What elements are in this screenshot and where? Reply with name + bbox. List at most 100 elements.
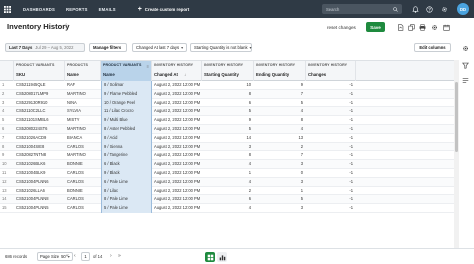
vertical-scrollbar[interactable] xyxy=(454,60,459,248)
variant-name-cell: 8 / Tangerine xyxy=(101,151,152,161)
data-table: PRODUCT VARIANTS SKU PRODUCTS Name PRODU… xyxy=(0,60,454,248)
settings-gear-icon[interactable] xyxy=(461,44,470,53)
settings-icon[interactable] xyxy=(439,4,449,14)
sort-desc-icon[interactable]: ↓ xyxy=(184,72,186,77)
row-index-cell: 11 xyxy=(2,169,7,175)
changes-cell: -1 xyxy=(349,90,353,96)
copy-icon[interactable] xyxy=(407,23,416,32)
next-page-icon[interactable]: › xyxy=(110,253,112,259)
save-button[interactable]: Save xyxy=(366,22,385,32)
variant-name-cell: 6 / Pale Lime xyxy=(101,177,152,187)
current-page-input[interactable]: 1 xyxy=(81,252,90,261)
header-sku[interactable]: PRODUCT VARIANTS SKU xyxy=(14,61,65,81)
filter-changed-at[interactable]: Changed At last 7 days ▾ xyxy=(132,43,187,52)
header-group: PRODUCTS xyxy=(67,63,88,67)
app-grid-icon[interactable] xyxy=(0,0,14,18)
nav-dashboards[interactable]: DASHBOARDS xyxy=(23,7,55,12)
last-page-icon[interactable]: » xyxy=(118,253,121,259)
changes-cell: -1 xyxy=(349,205,353,211)
table-row[interactable]: 6 CS52080224ST6 MARTINO 8 / Aster Pebbled Au… xyxy=(0,124,454,134)
product-name-cell: CARLOS xyxy=(67,205,84,211)
table-row[interactable]: 2 CS5208017LMP9 MARTINO 9 / Flame Pebbled Au… xyxy=(0,89,454,99)
nav-reports[interactable]: REPORTS xyxy=(66,7,88,12)
reset-changes-link[interactable]: reset changes xyxy=(327,25,356,30)
changed-at-cell: August 2, 2022 12:00 PM xyxy=(154,178,201,184)
table-row[interactable]: 1 CS5211945QLE RAF 8 / Solimar August 2, 202… xyxy=(0,81,454,90)
changes-cell: -1 xyxy=(349,187,353,193)
header-product-name[interactable]: PRODUCTS Name xyxy=(65,61,101,81)
table-row[interactable]: 14 CS521004PLNN8 CARLOS 8 / Pale Lime August… xyxy=(0,195,454,205)
header-ending-quantity[interactable]: INVENTORY HISTORY Ending Quantity xyxy=(254,61,306,81)
ending-quantity-cell: 7 xyxy=(300,90,303,96)
manage-filters-button[interactable]: Manage filters xyxy=(89,43,127,52)
starting-quantity-cell: 4 xyxy=(248,178,251,184)
star-icon[interactable]: ☆ xyxy=(63,22,69,30)
header-starting-quantity[interactable]: INVENTORY HISTORY Starting Quantity xyxy=(202,61,254,81)
edit-columns-button[interactable]: Edit columns xyxy=(414,43,451,52)
changed-at-cell: August 2, 2022 12:00 PM xyxy=(154,161,201,167)
table-view-button[interactable] xyxy=(205,252,215,262)
first-page-icon[interactable]: « xyxy=(66,253,69,259)
product-name-cell: SYLVIA xyxy=(67,108,82,114)
table-row[interactable]: 5 CS521101SMBL6 MISTY 9 / Multi Blue August … xyxy=(0,116,454,125)
product-name-cell: BONNIE xyxy=(67,187,83,193)
plus-icon: + xyxy=(137,5,142,13)
sku-cell: CS521004PLNN5 xyxy=(16,205,49,211)
page-title: Inventory History xyxy=(7,22,70,31)
avatar[interactable]: DD xyxy=(457,3,469,15)
date-range-filter[interactable]: Last 7 Days Jul 29 – Aug 5, 2022 xyxy=(5,43,85,52)
export-icon[interactable] xyxy=(396,23,405,32)
table-row[interactable]: 12 CS521004PLNN6 CARLOS 6 / Pale Lime August… xyxy=(0,177,454,187)
calendar-icon[interactable] xyxy=(442,23,451,32)
ending-quantity-cell: 3 xyxy=(300,205,303,211)
header-variant-name[interactable]: PRODUCT VARIANTS Name ≡ xyxy=(101,61,152,81)
gear-icon[interactable] xyxy=(430,23,439,32)
filter-starting-quantity[interactable]: Starting Quantity is not blank ▾ xyxy=(190,43,252,52)
help-icon[interactable] xyxy=(424,4,434,14)
sku-cell: CS521026BLK6 xyxy=(16,161,46,167)
changes-cell: -1 xyxy=(349,82,353,87)
changes-cell: -1 xyxy=(349,143,353,149)
product-name-cell: NINA xyxy=(67,99,77,105)
variant-name-cell: 8 / Lilac xyxy=(101,186,152,196)
nav-emails[interactable]: EMAILS xyxy=(99,7,116,12)
bell-icon[interactable] xyxy=(410,4,420,14)
table-row[interactable]: 4 CS52110C2LLC SYLVIA 11 / Lilac Crocro Augu… xyxy=(0,107,454,117)
ending-quantity-cell: 13 xyxy=(298,134,303,140)
variant-name-cell: 8 / Aster Pebbled xyxy=(101,124,152,134)
sku-cell: CS52080224ST6 xyxy=(16,125,48,131)
table-row[interactable]: 7 CS521026ACD9 BIANCA 8 / Acid August 2, 202… xyxy=(0,133,454,143)
header-changed-at[interactable]: INVENTORY HISTORY Changed At ↓ xyxy=(152,61,202,81)
ending-quantity-cell: 7 xyxy=(300,152,303,158)
table-row[interactable]: 9 CS520827NTN8 MARTINO 8 / Tangerine August … xyxy=(0,151,454,161)
search-input[interactable]: Search xyxy=(322,4,402,14)
row-index-cell: 7 xyxy=(2,134,5,140)
table-row[interactable]: 10 CS521026BLK6 BONNIE 6 / Black August 2, 2… xyxy=(0,160,454,169)
variant-name-cell: 8 / Acid xyxy=(101,133,152,143)
create-custom-report-button[interactable]: + Create custom report xyxy=(138,6,190,13)
changes-cell: -1 xyxy=(349,161,353,167)
prev-page-icon[interactable]: ‹ xyxy=(74,253,76,259)
header-group: PRODUCT VARIANTS xyxy=(103,63,142,67)
table-row[interactable]: 13 CS521026LLA6 BONNIE 8 / Lilac August 2, 2… xyxy=(0,186,454,196)
table-row[interactable]: 3 CS5229130R910 NINA 10 / Orange Peel August… xyxy=(0,98,454,108)
table-row[interactable]: 15 CS521004PLNN5 CARLOS 5 / Pale Lime August… xyxy=(0,204,454,213)
column-menu-icon[interactable]: ≡ xyxy=(147,64,149,69)
filter-icon[interactable] xyxy=(461,61,470,70)
print-icon[interactable] xyxy=(418,23,427,32)
starting-quantity-cell: 8 xyxy=(248,152,251,158)
chart-view-button[interactable] xyxy=(217,252,227,262)
header-changes[interactable]: INVENTORY HISTORY Changes xyxy=(306,61,356,81)
product-name-cell: MARTINO xyxy=(67,152,86,158)
list-settings-icon[interactable] xyxy=(461,76,470,85)
product-name-cell: MARTINO xyxy=(67,125,86,131)
row-index-cell: 9 xyxy=(2,152,5,158)
changes-cell: -1 xyxy=(349,125,353,131)
scrollbar-thumb[interactable] xyxy=(455,82,458,152)
table-row[interactable]: 8 CS521004SIE8 CARLOS 9 / Sienna August 2, 2… xyxy=(0,142,454,152)
starting-quantity-cell: 5 xyxy=(248,108,251,114)
table-row[interactable]: 11 CS521004BLK9 CARLOS 9 / Black August 2, 2… xyxy=(0,168,454,178)
sku-cell: CS520827NTN8 xyxy=(16,152,47,158)
changes-cell: -1 xyxy=(349,152,353,158)
ending-quantity-cell: 9 xyxy=(300,82,303,87)
